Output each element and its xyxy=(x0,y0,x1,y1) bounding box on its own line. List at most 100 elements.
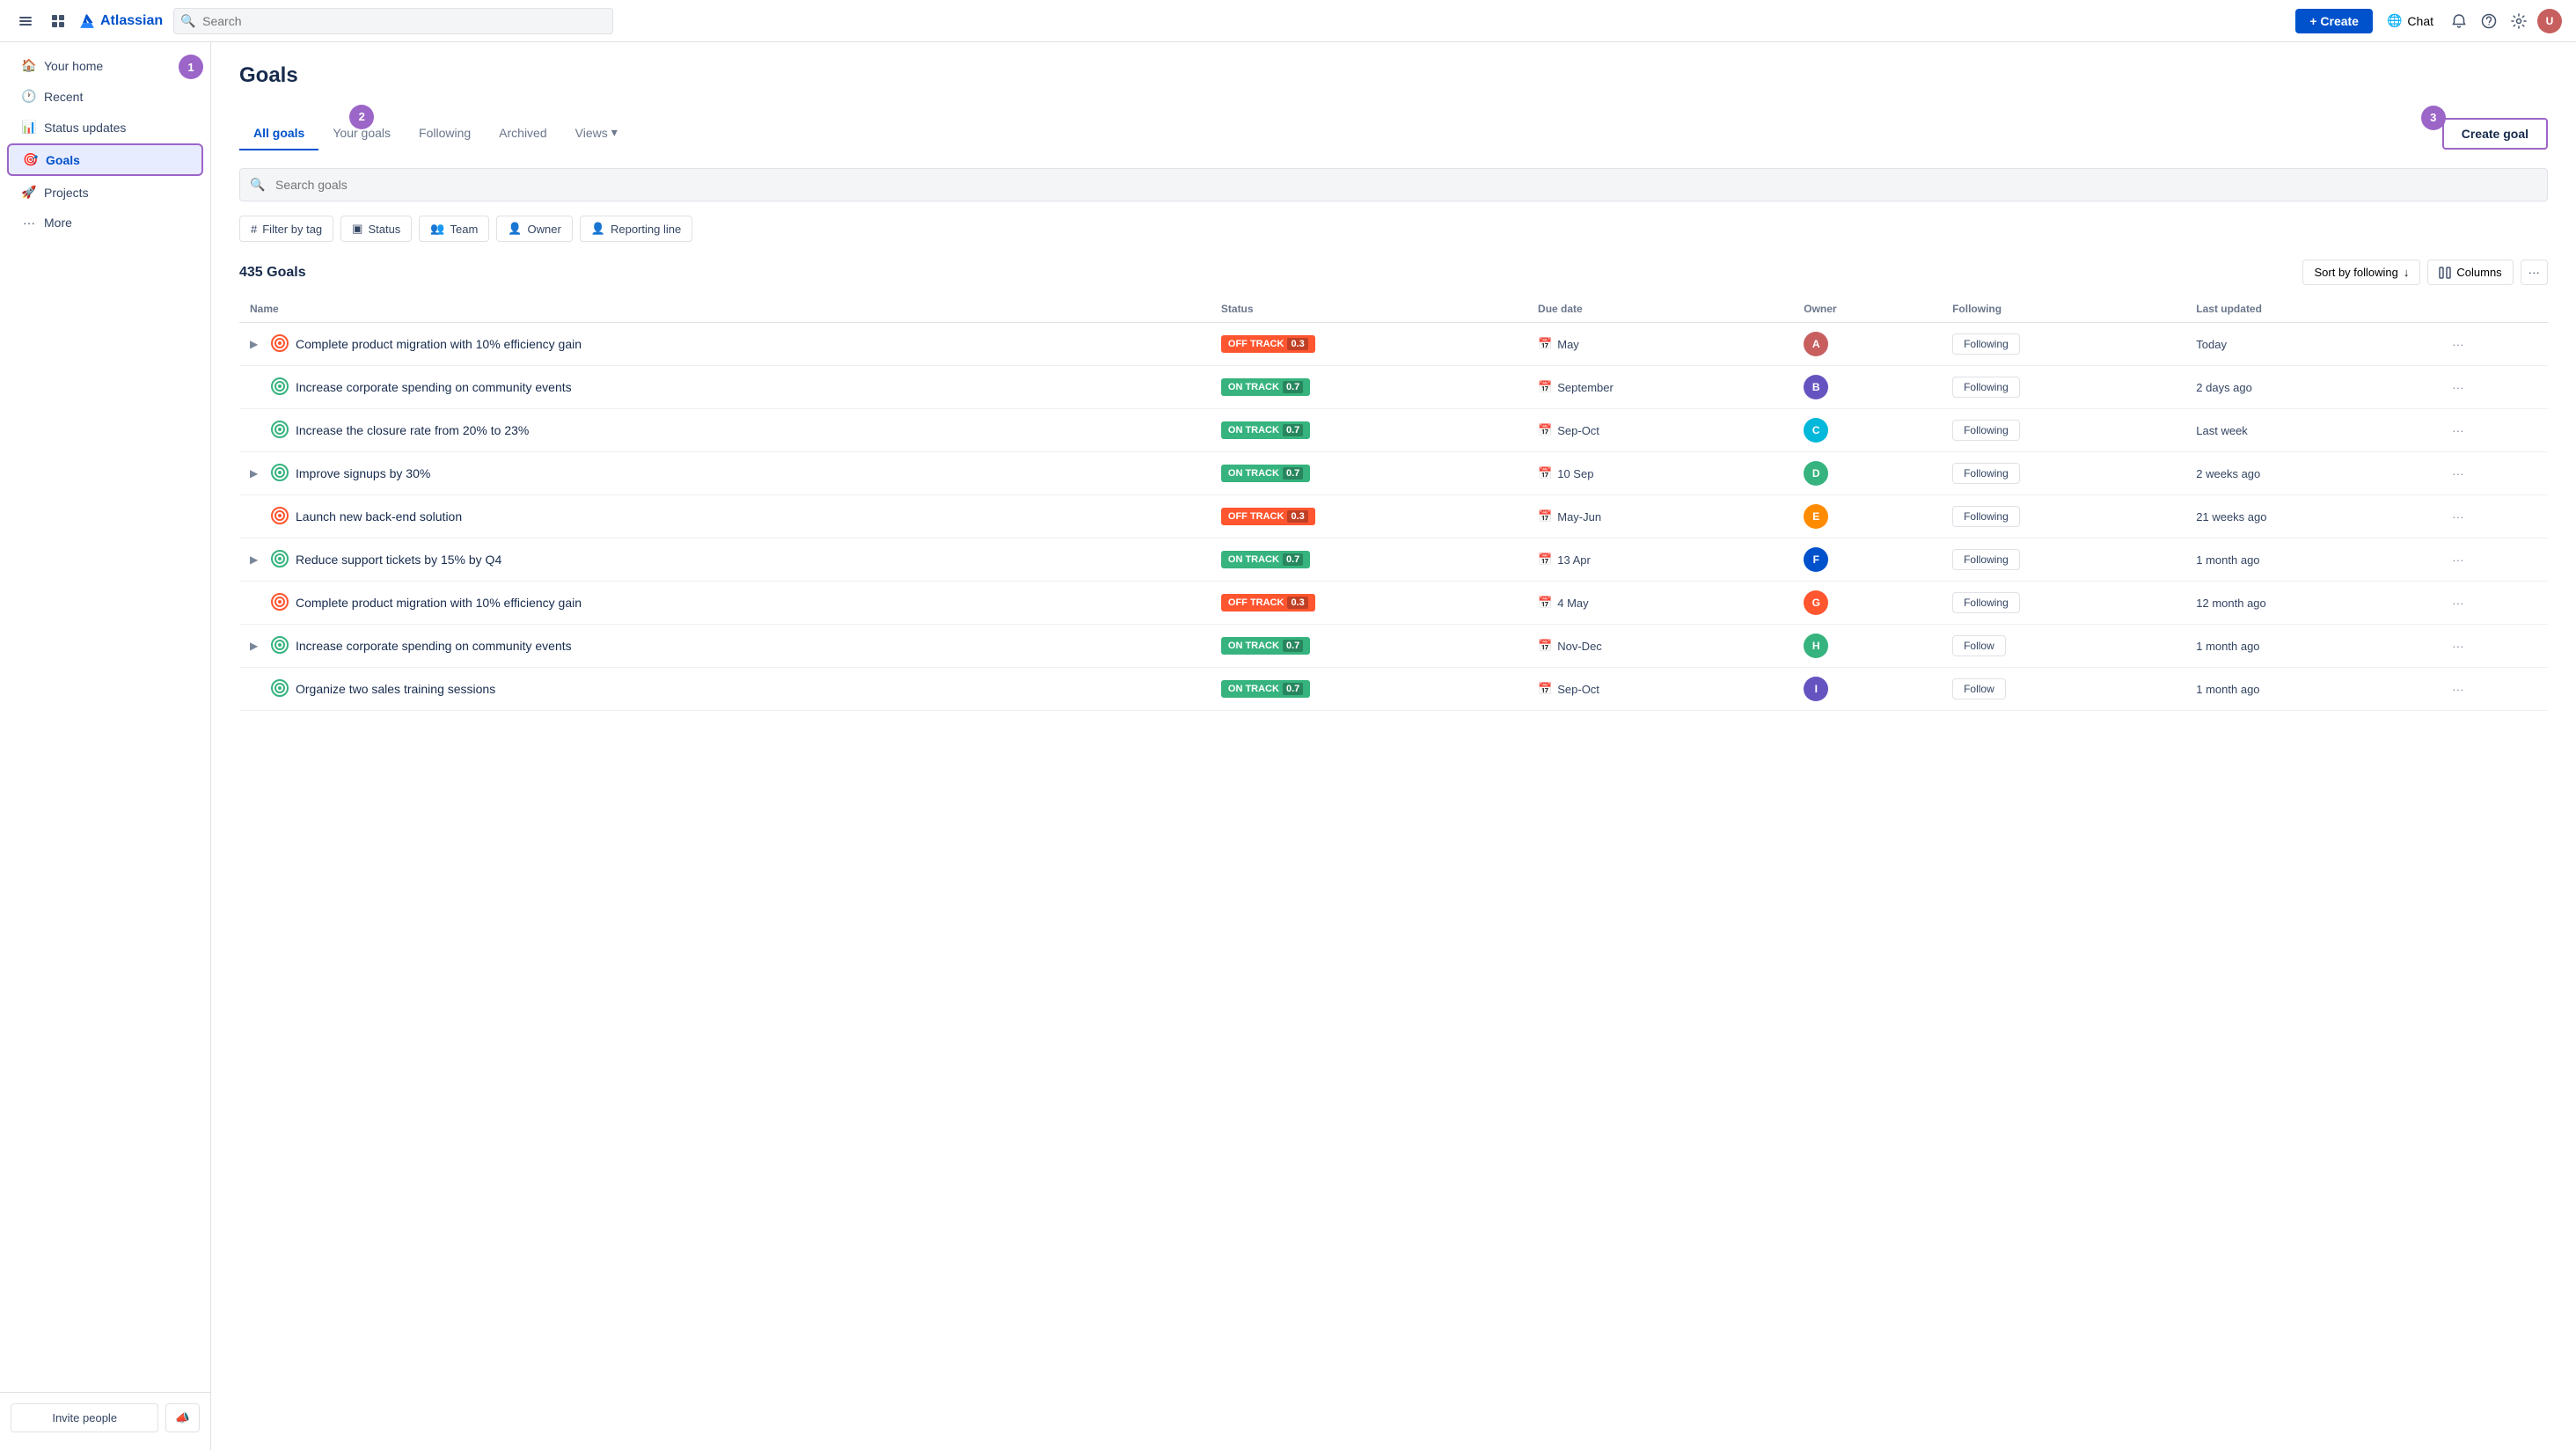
tab-views[interactable]: Views ▾ xyxy=(561,116,632,150)
table-row: ▶ Complete product migration with 10% ef… xyxy=(239,323,2548,366)
row-more-button[interactable]: ··· xyxy=(2448,464,2467,484)
sidebar-item-goals[interactable]: 🎯 Goals xyxy=(7,143,203,176)
status-filter-label: Status xyxy=(368,223,400,236)
goal-name-cell: ▶ Complete product migration with 10% ef… xyxy=(239,582,1211,625)
goal-name-cell: ▶ Increase the closure rate from 20% to … xyxy=(239,409,1211,452)
follow-button[interactable]: Follow xyxy=(1952,635,2006,656)
expand-icon[interactable]: ▶ xyxy=(250,338,264,350)
goal-last-updated-cell: 12 month ago xyxy=(2185,582,2438,625)
goal-row-actions-cell: ··· xyxy=(2438,495,2548,538)
row-more-button[interactable]: ··· xyxy=(2448,334,2467,355)
goal-name[interactable]: Complete product migration with 10% effi… xyxy=(296,596,582,610)
megaphone-button[interactable]: 📣 xyxy=(165,1403,200,1432)
last-updated-value: 1 month ago xyxy=(2196,683,2259,696)
goal-following-cell: Following xyxy=(1942,409,2185,452)
table-row: ▶ Organize two sales training sessions O… xyxy=(239,668,2548,711)
row-more-button[interactable]: ··· xyxy=(2448,421,2467,441)
goal-name[interactable]: Organize two sales training sessions xyxy=(296,682,495,696)
following-button[interactable]: Following xyxy=(1952,506,2020,527)
goal-name[interactable]: Launch new back-end solution xyxy=(296,509,462,524)
following-button[interactable]: Following xyxy=(1952,420,2020,441)
row-more-button[interactable]: ··· xyxy=(2448,377,2467,398)
following-button[interactable]: Following xyxy=(1952,333,2020,355)
goal-status-icon xyxy=(271,421,289,441)
goal-status-icon xyxy=(271,334,289,355)
create-button[interactable]: + Create xyxy=(2295,9,2373,33)
chat-button[interactable]: 🌐 Chat xyxy=(2380,10,2441,32)
sidebar-item-status-updates[interactable]: 📊 Status updates xyxy=(7,113,203,142)
status-num: 0.7 xyxy=(1283,640,1303,652)
following-button[interactable]: Following xyxy=(1952,592,2020,613)
title-row: Goals xyxy=(239,63,2548,102)
goal-following-cell: Following xyxy=(1942,323,2185,366)
search-goals-input[interactable] xyxy=(239,168,2548,201)
status-num: 0.7 xyxy=(1283,424,1303,436)
sidebar-toggle-button[interactable] xyxy=(14,10,37,33)
filter-by-tag-button[interactable]: # Filter by tag xyxy=(239,216,333,242)
col-name: Name xyxy=(239,296,1211,323)
owner-filter-button[interactable]: 👤 Owner xyxy=(496,216,572,242)
atlassian-logo[interactable]: Atlassian xyxy=(79,13,163,29)
expand-icon[interactable]: ▶ xyxy=(250,553,264,566)
goal-row-actions-cell: ··· xyxy=(2438,409,2548,452)
table-more-button[interactable]: ··· xyxy=(2521,260,2548,285)
expand-icon[interactable]: ▶ xyxy=(250,640,264,652)
invite-people-button[interactable]: Invite people xyxy=(11,1403,158,1432)
following-button[interactable]: Following xyxy=(1952,463,2020,484)
goal-name[interactable]: Reduce support tickets by 15% by Q4 xyxy=(296,553,501,567)
tab-all-goals[interactable]: All goals xyxy=(239,117,318,150)
row-more-button[interactable]: ··· xyxy=(2448,507,2467,527)
sort-down-icon: ↓ xyxy=(2404,266,2410,279)
follow-button[interactable]: Follow xyxy=(1952,678,2006,699)
row-more-button[interactable]: ··· xyxy=(2448,593,2467,613)
help-button[interactable] xyxy=(2477,10,2500,33)
grid-button[interactable] xyxy=(48,11,69,32)
owner-avatar: I xyxy=(1804,677,1828,701)
sidebar-item-more[interactable]: ··· More xyxy=(7,209,203,237)
goal-name[interactable]: Increase the closure rate from 20% to 23… xyxy=(296,423,529,437)
sidebar-item-recent[interactable]: 🕐 Recent xyxy=(7,82,203,111)
owner-avatar: A xyxy=(1804,332,1828,356)
expand-icon[interactable]: ▶ xyxy=(250,467,264,480)
due-date-value: September xyxy=(1557,381,1614,394)
sidebar-label-projects: Projects xyxy=(44,186,89,200)
goal-name[interactable]: Increase corporate spending on community… xyxy=(296,380,572,394)
goal-due-date-cell: 📅 10 Sep xyxy=(1527,452,1793,495)
goal-name-cell: ▶ Launch new back-end solution xyxy=(239,495,1211,538)
status-badge: OFF TRACK 0.3 xyxy=(1221,594,1315,611)
goal-name[interactable]: Complete product migration with 10% effi… xyxy=(296,337,582,351)
filter-tag-label: Filter by tag xyxy=(262,223,322,236)
settings-button[interactable] xyxy=(2507,10,2530,33)
notifications-button[interactable] xyxy=(2448,10,2470,33)
goal-due-date-cell: 📅 September xyxy=(1527,366,1793,409)
step-badge-2: 2 xyxy=(349,105,374,129)
row-more-button[interactable]: ··· xyxy=(2448,550,2467,570)
step-badge-1: 1 xyxy=(179,55,203,79)
search-input[interactable] xyxy=(173,8,613,34)
goal-status-cell: ON TRACK 0.7 xyxy=(1211,668,1527,711)
avatar[interactable]: U xyxy=(2537,9,2562,33)
tab-following[interactable]: Following xyxy=(405,117,485,150)
owner-avatar: F xyxy=(1804,547,1828,572)
goal-owner-cell: H xyxy=(1793,625,1942,668)
status-filter-button[interactable]: ▣ Status xyxy=(340,216,412,242)
row-more-button[interactable]: ··· xyxy=(2448,679,2467,699)
sidebar-item-projects[interactable]: 🚀 Projects xyxy=(7,178,203,207)
create-goal-button[interactable]: Create goal xyxy=(2442,118,2548,150)
table-row: ▶ Improve signups by 30% ON TRACK 0.7 📅 … xyxy=(239,452,2548,495)
last-updated-value: Today xyxy=(2196,338,2227,351)
columns-button[interactable]: Columns xyxy=(2427,260,2513,285)
goal-name[interactable]: Increase corporate spending on community… xyxy=(296,639,572,653)
row-more-button[interactable]: ··· xyxy=(2448,636,2467,656)
goal-name[interactable]: Improve signups by 30% xyxy=(296,466,430,480)
reporting-line-filter-button[interactable]: 👤 Reporting line xyxy=(580,216,692,242)
sidebar-item-your-home[interactable]: 🏠 Your home xyxy=(7,51,203,80)
sort-button[interactable]: Sort by following ↓ xyxy=(2302,260,2420,285)
following-button[interactable]: Following xyxy=(1952,377,2020,398)
following-button[interactable]: Following xyxy=(1952,549,2020,570)
goal-status-icon xyxy=(271,377,289,398)
col-status: Status xyxy=(1211,296,1527,323)
table-row: ▶ Increase corporate spending on communi… xyxy=(239,366,2548,409)
tab-archived[interactable]: Archived xyxy=(485,117,560,150)
team-filter-button[interactable]: 👥 Team xyxy=(419,216,489,242)
